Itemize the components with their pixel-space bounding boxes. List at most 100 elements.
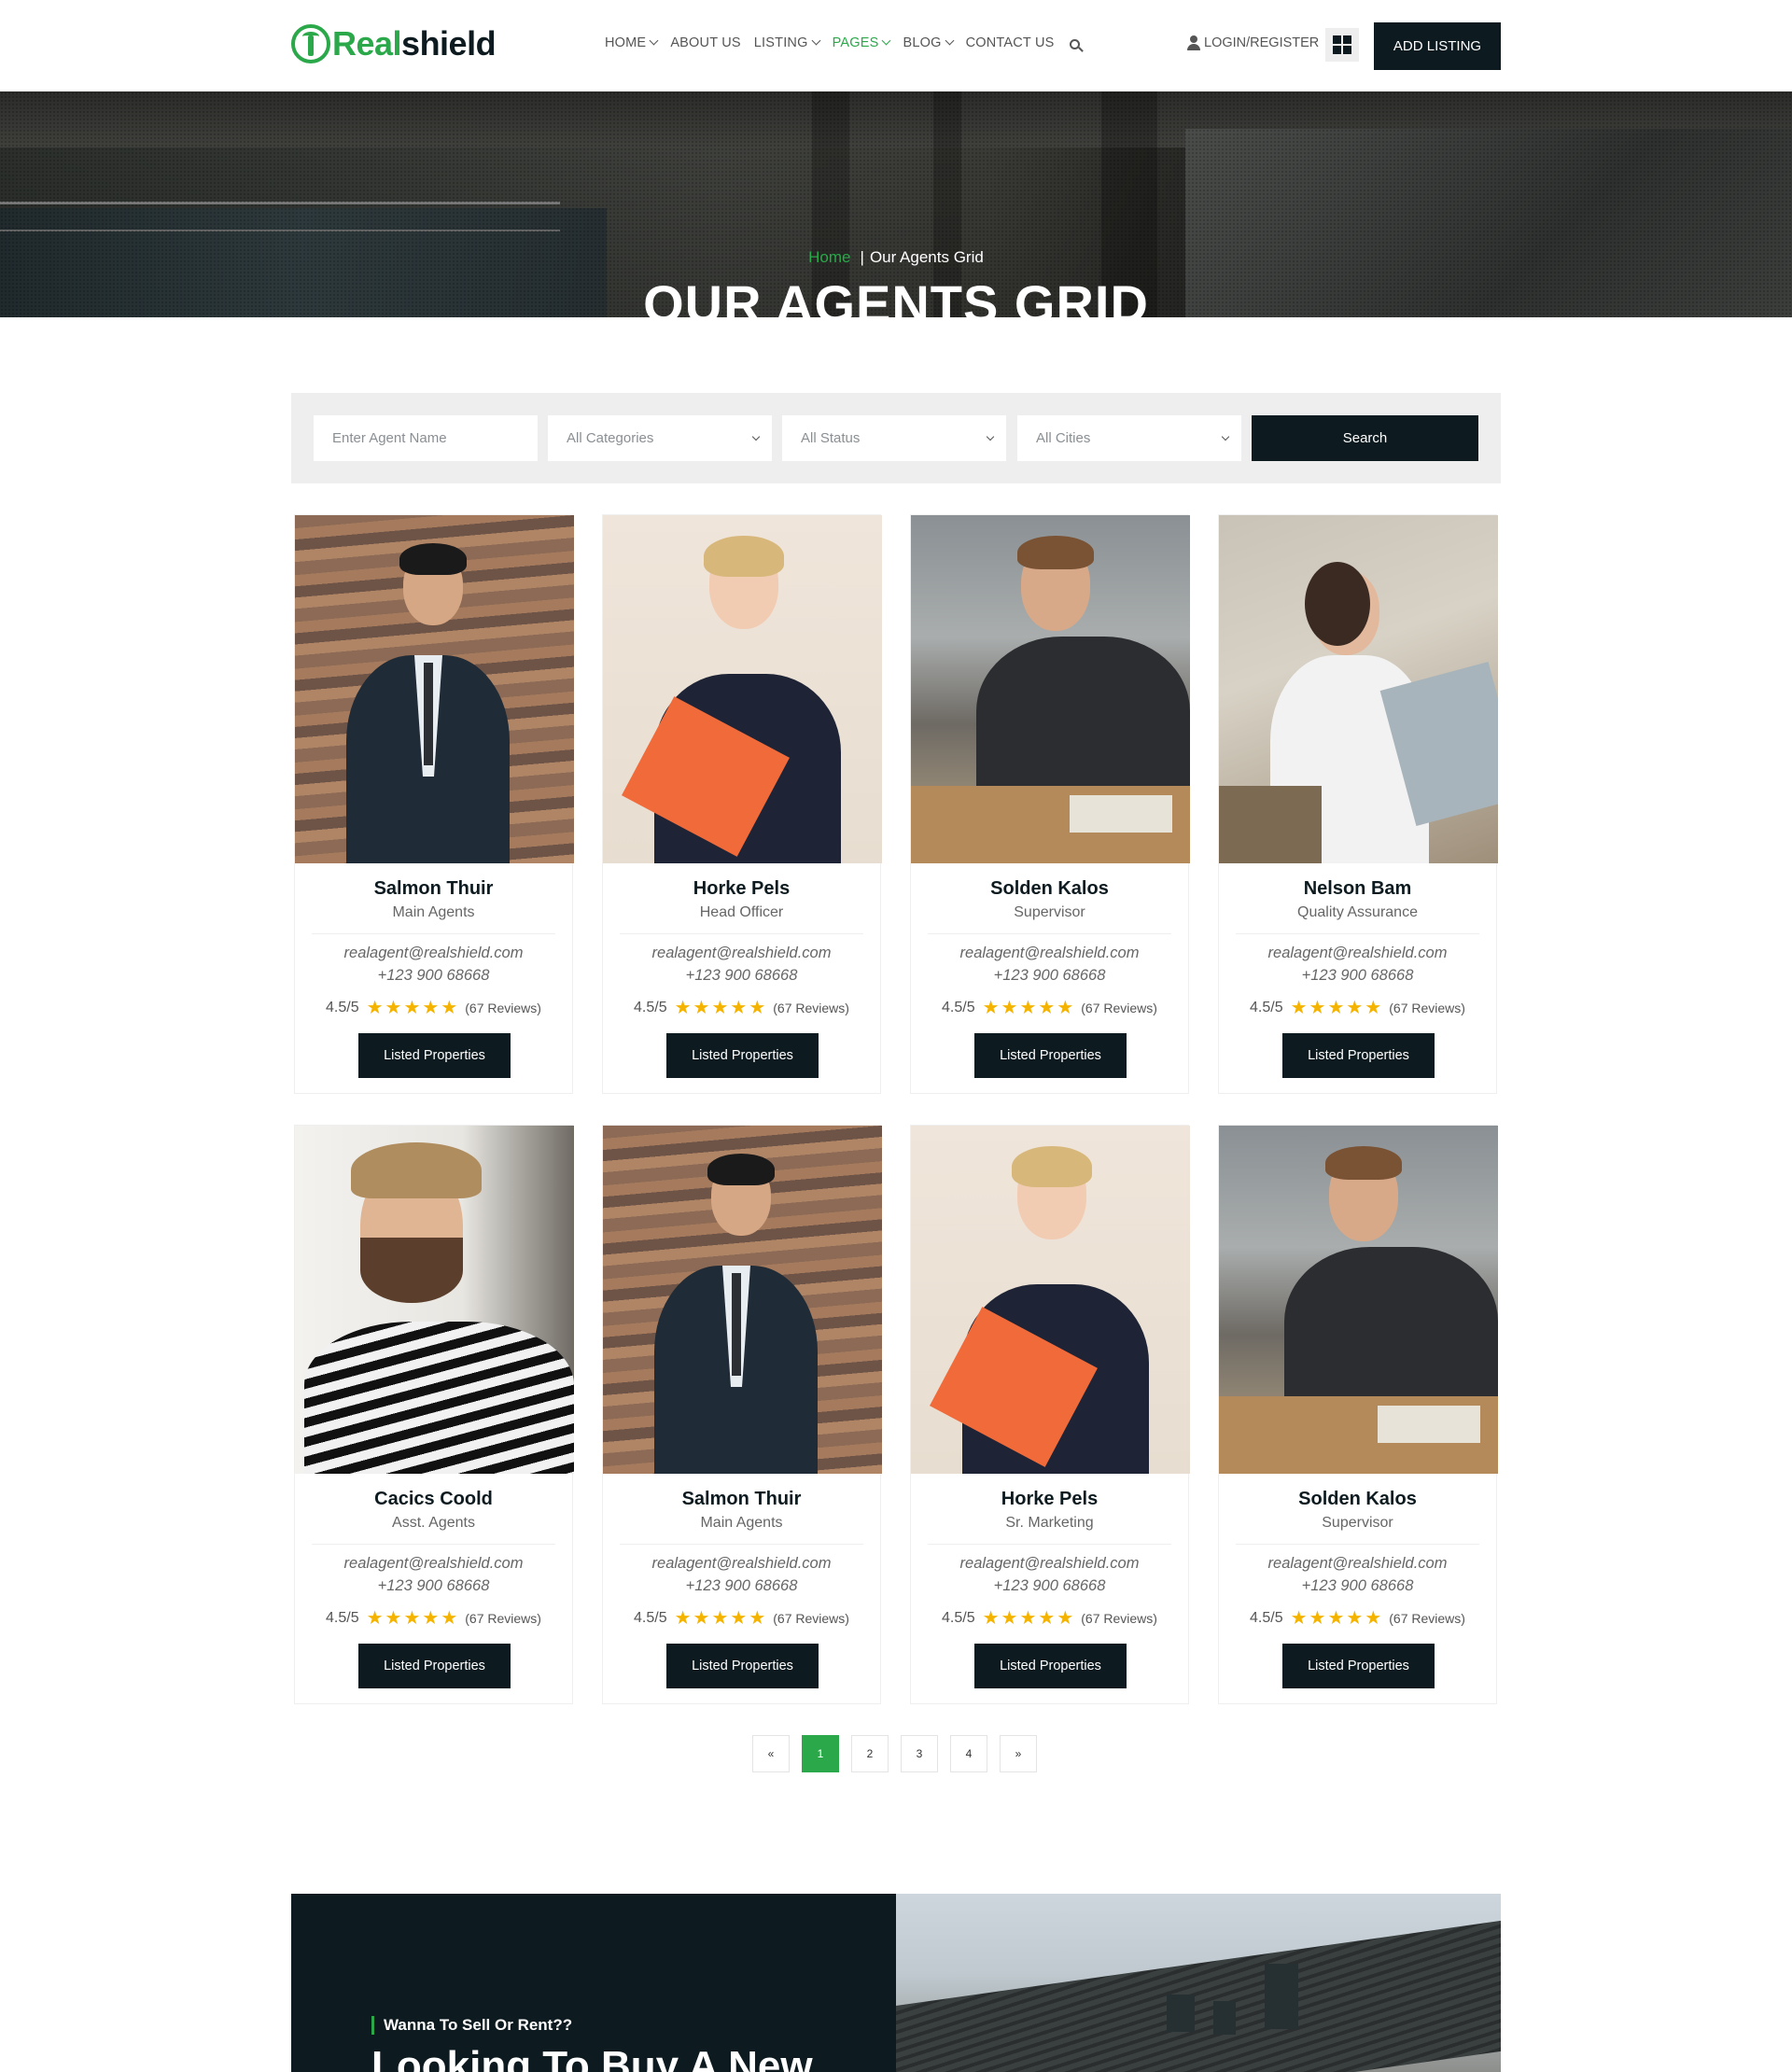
agent-photo[interactable] <box>911 1126 1190 1474</box>
pagination-page-4[interactable]: 4 <box>950 1735 987 1772</box>
agent-rating: 4.5/5 ★★★★★ (67 Reviews) <box>911 1606 1188 1630</box>
agent-email[interactable]: realagent@realshield.com <box>603 945 880 962</box>
review-count: (67 Reviews) <box>1081 1000 1157 1015</box>
agent-photo[interactable] <box>911 515 1190 863</box>
breadcrumb-home-link[interactable]: Home <box>808 248 850 266</box>
agent-name[interactable]: Cacics Coold <box>295 1489 572 1510</box>
chevron-down-icon <box>649 35 659 46</box>
nav-item-blog[interactable]: BLOG <box>903 35 955 50</box>
agent-email[interactable]: realagent@realshield.com <box>911 945 1188 962</box>
main-nav: HOME ABOUT US LISTING PAGES BLOG CONTACT… <box>605 35 1093 50</box>
divider <box>620 933 863 934</box>
cities-select[interactable]: All Cities <box>1017 415 1241 461</box>
status-select[interactable]: All Status <box>782 415 1006 461</box>
chevron-down-icon <box>882 35 891 46</box>
nav-search-button[interactable] <box>1068 35 1080 50</box>
listed-properties-button[interactable]: Listed Properties <box>666 1644 819 1688</box>
listed-properties-button[interactable]: Listed Properties <box>1282 1033 1435 1078</box>
review-count: (67 Reviews) <box>1389 1610 1465 1626</box>
agent-photo[interactable] <box>603 515 882 863</box>
agent-email[interactable]: realagent@realshield.com <box>1219 1555 1496 1573</box>
pagination-page-2[interactable]: 2 <box>851 1735 889 1772</box>
agent-rating: 4.5/5 ★★★★★ (67 Reviews) <box>295 1606 572 1630</box>
page-hero: Home | Our Agents Grid OUR AGENTS GRID <box>0 91 1792 317</box>
agent-phone[interactable]: +123 900 68668 <box>295 1577 572 1595</box>
listed-properties-button[interactable]: Listed Properties <box>1282 1644 1435 1688</box>
nav-item-pages[interactable]: PAGES <box>833 35 891 50</box>
chevron-down-icon <box>945 35 955 46</box>
cta-panel: Wanna To Sell Or Rent?? Looking To Buy A… <box>291 1894 896 2072</box>
search-icon <box>1069 38 1080 49</box>
agent-phone[interactable]: +123 900 68668 <box>911 967 1188 985</box>
nav-item-contact-us[interactable]: CONTACT US <box>966 35 1055 50</box>
star-icon: ★★★★★ <box>982 998 1076 1018</box>
agent-name[interactable]: Solden Kalos <box>1219 1489 1496 1510</box>
agent-name[interactable]: Nelson Bam <box>1219 878 1496 900</box>
cta-title: Looking To Buy A New <box>371 2043 813 2072</box>
agent-role: Main Agents <box>392 904 475 920</box>
agent-phone[interactable]: +123 900 68668 <box>911 1577 1188 1595</box>
agent-card: Cacics Coold Asst. Agents realagent@real… <box>294 1125 574 1704</box>
add-listing-button[interactable]: ADD LISTING <box>1374 22 1501 70</box>
agent-search-bar: Enter Agent Name All Categories All Stat… <box>291 393 1501 483</box>
listed-properties-button[interactable]: Listed Properties <box>666 1033 819 1078</box>
review-count: (67 Reviews) <box>773 1000 849 1015</box>
logo-icon <box>291 24 330 63</box>
categories-value: All Categories <box>567 430 654 446</box>
listed-properties-button[interactable]: Listed Properties <box>974 1644 1127 1688</box>
status-value: All Status <box>801 430 861 446</box>
agent-photo[interactable] <box>1219 1126 1498 1474</box>
agent-name[interactable]: Horke Pels <box>911 1489 1188 1510</box>
divider <box>1236 933 1479 934</box>
agent-email[interactable]: realagent@realshield.com <box>911 1555 1188 1573</box>
grid-view-icon[interactable] <box>1325 28 1359 62</box>
select-caret-icon <box>1221 432 1230 441</box>
review-count: (67 Reviews) <box>1389 1000 1465 1015</box>
star-icon: ★★★★★ <box>982 1608 1076 1629</box>
pagination-next-button[interactable]: » <box>1000 1735 1037 1772</box>
nav-item-listing[interactable]: LISTING <box>754 35 821 50</box>
cta-eyebrow: Wanna To Sell Or Rent?? <box>371 2016 572 2035</box>
pagination-prev-button[interactable]: « <box>752 1735 790 1772</box>
agent-phone[interactable]: +123 900 68668 <box>1219 967 1496 985</box>
agent-role: Asst. Agents <box>392 1515 475 1531</box>
pagination-page-3[interactable]: 3 <box>901 1735 938 1772</box>
nav-item-about-us[interactable]: ABOUT US <box>670 35 740 50</box>
agent-name[interactable]: Salmon Thuir <box>295 878 572 900</box>
agent-phone[interactable]: +123 900 68668 <box>295 967 572 985</box>
nav-item-home[interactable]: HOME <box>605 35 659 50</box>
agent-name[interactable]: Horke Pels <box>603 878 880 900</box>
pagination-page-1[interactable]: 1 <box>802 1735 839 1772</box>
agent-photo[interactable] <box>1219 515 1498 863</box>
agent-role: Supervisor <box>1014 904 1085 920</box>
agent-name[interactable]: Solden Kalos <box>911 878 1188 900</box>
star-icon: ★★★★★ <box>1290 1608 1384 1629</box>
agent-email[interactable]: realagent@realshield.com <box>295 945 572 962</box>
agent-phone[interactable]: +123 900 68668 <box>1219 1577 1496 1595</box>
star-icon: ★★★★★ <box>366 998 460 1018</box>
agent-phone[interactable]: +123 900 68668 <box>603 1577 880 1595</box>
agent-photo[interactable] <box>603 1126 882 1474</box>
agent-email[interactable]: realagent@realshield.com <box>295 1555 572 1573</box>
agent-card: Salmon Thuir Main Agents realagent@reals… <box>602 1125 882 1704</box>
agent-phone[interactable]: +123 900 68668 <box>603 967 880 985</box>
pagination: « 1 2 3 4 » <box>752 1735 1037 1772</box>
brand-logo[interactable]: Realshield <box>291 24 497 63</box>
select-caret-icon <box>986 432 995 441</box>
login-register-link[interactable]: LOGIN/REGISTER <box>1187 35 1319 50</box>
agent-photo[interactable] <box>295 515 574 863</box>
listed-properties-button[interactable]: Listed Properties <box>358 1033 511 1078</box>
cta-image <box>896 1894 1501 2072</box>
listed-properties-button[interactable]: Listed Properties <box>358 1644 511 1688</box>
star-icon: ★★★★★ <box>674 998 768 1018</box>
listed-properties-button[interactable]: Listed Properties <box>974 1033 1127 1078</box>
agent-photo[interactable] <box>295 1126 574 1474</box>
categories-select[interactable]: All Categories <box>548 415 772 461</box>
agent-email[interactable]: realagent@realshield.com <box>1219 945 1496 962</box>
breadcrumb-current: Our Agents Grid <box>869 248 984 266</box>
search-button[interactable]: Search <box>1252 415 1478 461</box>
agent-email[interactable]: realagent@realshield.com <box>603 1555 880 1573</box>
agent-name[interactable]: Salmon Thuir <box>603 1489 880 1510</box>
agent-name-input[interactable]: Enter Agent Name <box>314 415 538 461</box>
rating-score: 4.5/5 <box>634 1609 667 1626</box>
